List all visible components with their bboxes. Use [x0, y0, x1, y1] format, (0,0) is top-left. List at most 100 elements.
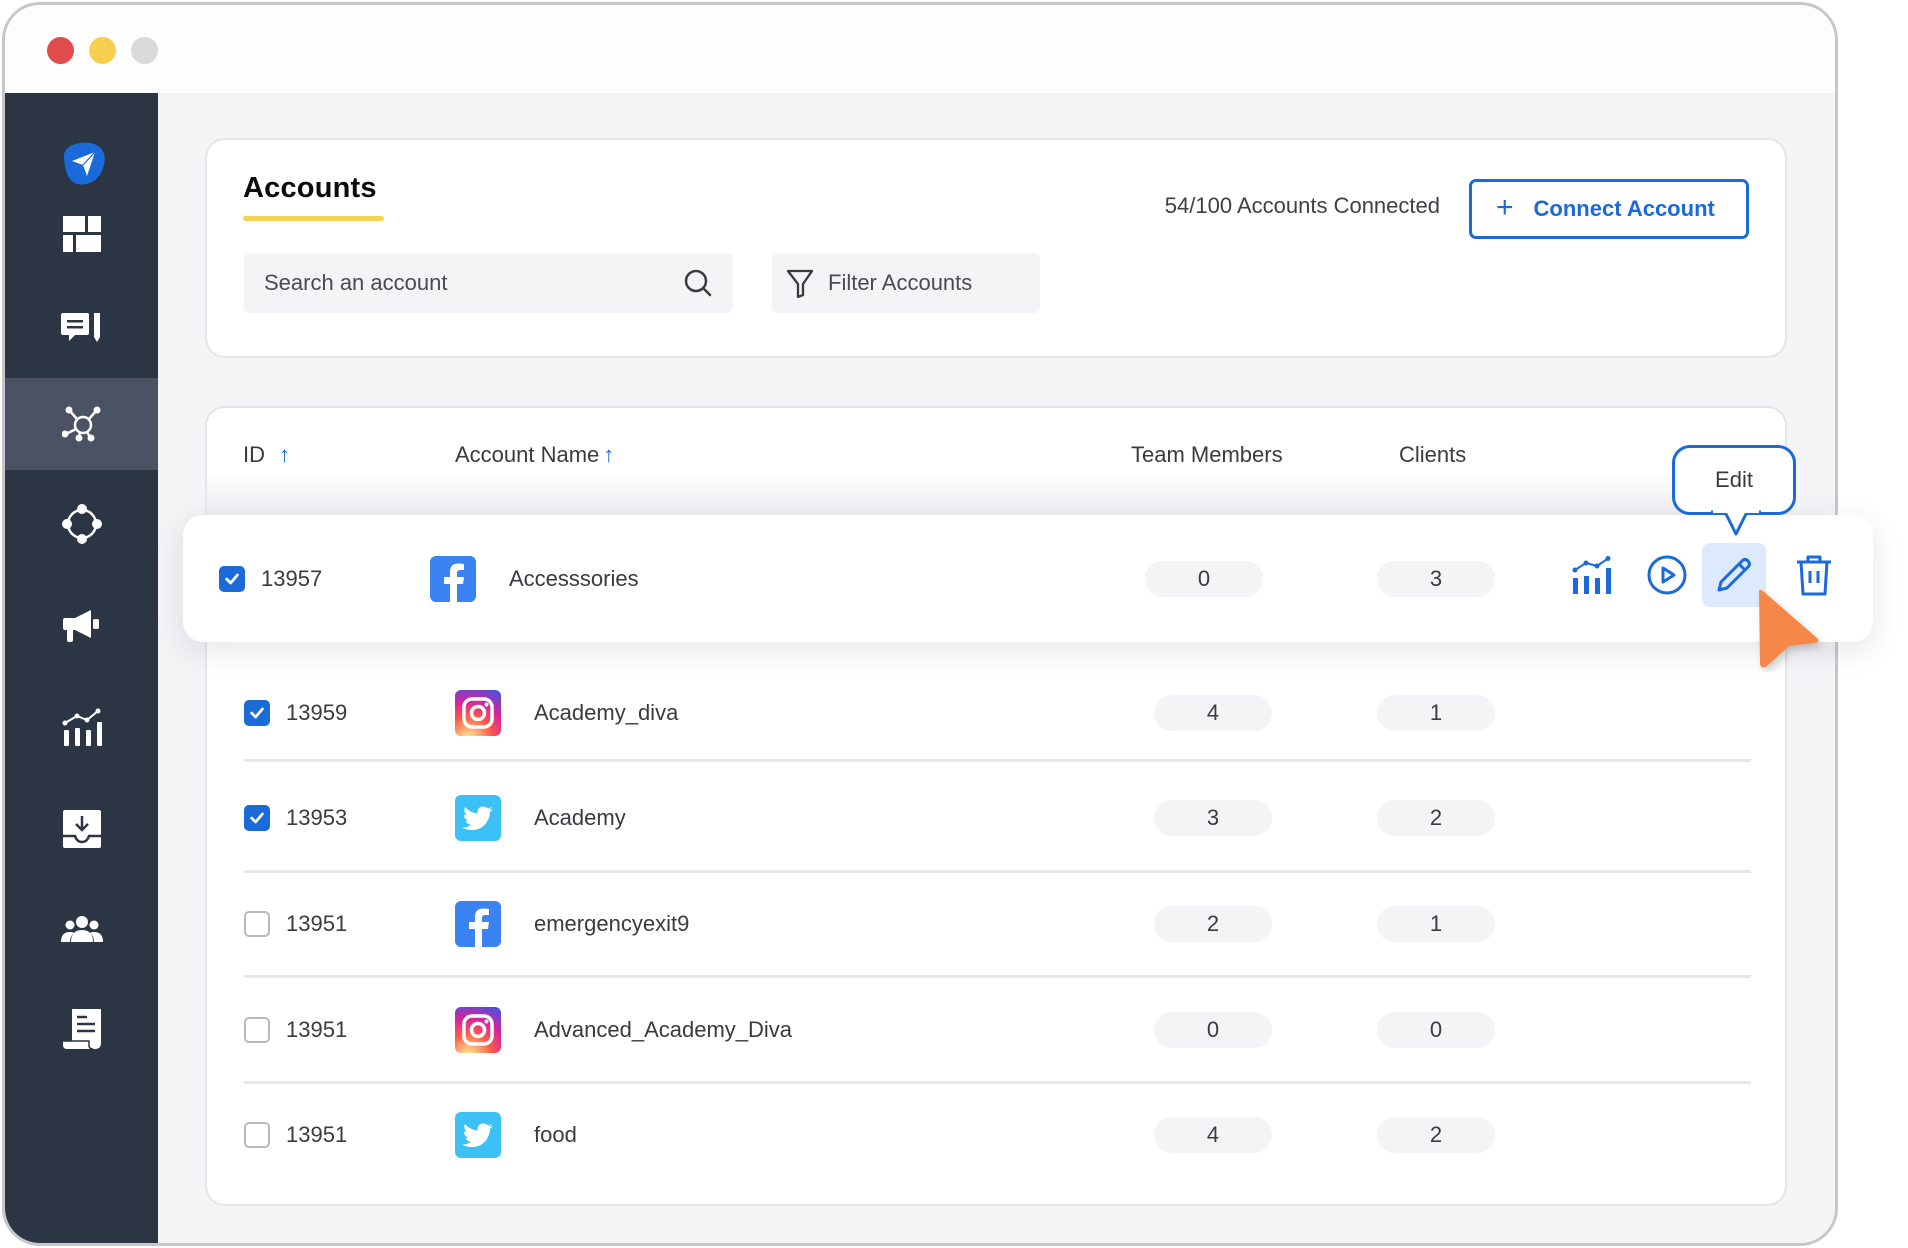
row-checkbox-checked[interactable]	[219, 565, 245, 592]
twitter-logo-glyph	[462, 1123, 493, 1147]
column-header-clients: Clients	[1399, 442, 1466, 468]
filter-accounts-label: Filter Accounts	[828, 270, 973, 295]
row-id: 13957	[261, 565, 323, 591]
sidebar-item-connections[interactable]	[5, 478, 158, 570]
title-underline	[243, 216, 384, 221]
dashboard-grid-icon	[62, 216, 101, 252]
tooltip-arrow-icon	[1711, 510, 1761, 536]
twitter-icon	[455, 1112, 501, 1158]
sidebar-item-compose[interactable]	[5, 283, 158, 375]
row-checkbox[interactable]	[244, 1017, 270, 1043]
instagram-logo-glyph	[462, 697, 494, 729]
row-account-name[interactable]: Academy_diva	[534, 700, 678, 726]
row-divider	[244, 1081, 1751, 1084]
clients-count: 1	[1377, 695, 1495, 731]
header-shadow	[207, 470, 1785, 515]
sidebar-item-campaigns[interactable]	[5, 580, 158, 672]
clients-count: 3	[1377, 560, 1495, 597]
team-members-count: 0	[1154, 1012, 1272, 1048]
circle-nodes-icon	[61, 504, 102, 544]
mouse-cursor-icon	[1759, 589, 1819, 668]
table-row[interactable]: 13959 Academy_diva 4 1	[0, 660, 1908, 766]
network-hub-icon	[61, 406, 100, 442]
row-divider	[244, 870, 1751, 873]
instagram-logo-glyph	[462, 1014, 494, 1046]
checkmark-icon	[225, 573, 239, 584]
column-header-team-members-label: Team Members	[1131, 442, 1283, 467]
twitter-icon	[455, 795, 501, 841]
row-id: 13951	[286, 911, 348, 936]
row-account-name[interactable]: Accesssories	[509, 566, 639, 592]
row-checkbox[interactable]	[244, 1122, 270, 1148]
row-divider	[244, 975, 1751, 978]
team-members-count: 4	[1154, 1117, 1272, 1153]
row-account-name[interactable]: emergencyexit9	[534, 911, 689, 937]
facebook-icon	[430, 555, 476, 602]
instagram-icon	[455, 690, 501, 736]
connect-account-label: Connect Account	[1533, 196, 1715, 221]
column-header-team-members: Team Members	[1131, 442, 1283, 468]
clients-count: 2	[1377, 1117, 1495, 1153]
analytics-icon	[1572, 556, 1611, 594]
instagram-icon	[455, 1007, 501, 1053]
edit-tooltip-label: Edit	[1715, 467, 1753, 492]
checkmark-icon	[250, 812, 264, 824]
filter-funnel-icon	[786, 269, 814, 298]
row-id: 13959	[286, 700, 348, 725]
table-row[interactable]: 13953 Academy 3 2	[0, 765, 1908, 871]
column-header-clients-label: Clients	[1399, 442, 1467, 467]
row-id: 13951	[286, 1122, 348, 1147]
row-id: 13953	[286, 805, 348, 830]
page-title: Accounts	[243, 172, 377, 204]
zoom-window-button[interactable]	[131, 37, 158, 64]
accounts-connected-count: 54/100 Accounts Connected	[1164, 193, 1440, 218]
sidebar-item-dashboard[interactable]	[5, 188, 158, 280]
checkmark-icon	[250, 707, 264, 719]
clients-count: 1	[1377, 906, 1495, 942]
facebook-logo-glyph	[469, 908, 489, 947]
megaphone-icon	[62, 610, 99, 642]
table-row[interactable]: 13951 emergencyexit9 2 1	[0, 871, 1908, 977]
column-header-id-label: ID	[243, 442, 265, 467]
clients-count: 2	[1377, 800, 1495, 836]
team-members-count: 4	[1154, 695, 1272, 731]
plus-icon: +	[1496, 190, 1514, 224]
row-checkbox[interactable]	[244, 911, 270, 937]
sort-ascending-icon[interactable]: ↑	[279, 442, 290, 468]
table-row[interactable]: 13951 Advanced_Academy_Diva 0 0	[0, 977, 1908, 1083]
title-bar	[5, 5, 1835, 93]
search-input[interactable]	[264, 270, 683, 296]
play-action-button[interactable]	[1635, 543, 1699, 607]
close-window-button[interactable]	[47, 37, 74, 64]
column-header-account-name[interactable]: Account Name ↑	[455, 442, 614, 468]
sidebar-item-accounts[interactable]	[5, 378, 158, 470]
facebook-logo-glyph	[444, 563, 464, 602]
row-checkbox-checked[interactable]	[244, 700, 270, 726]
connect-account-button[interactable]: + Connect Account	[1469, 179, 1749, 239]
row-id: 13951	[286, 1017, 348, 1042]
analytics-action-button[interactable]	[1560, 543, 1624, 607]
paper-plane-icon	[63, 142, 105, 185]
play-circle-icon	[1647, 555, 1687, 595]
team-members-count: 3	[1154, 800, 1272, 836]
facebook-icon	[455, 901, 501, 947]
column-header-account-name-label: Account Name	[455, 442, 600, 467]
row-account-name[interactable]: Academy	[534, 805, 626, 831]
filter-accounts-button[interactable]: Filter Accounts	[772, 253, 1040, 313]
clients-count: 0	[1377, 1012, 1495, 1048]
column-header-id[interactable]: ID ↑	[243, 442, 290, 468]
row-account-name[interactable]: Advanced_Academy_Diva	[534, 1017, 792, 1043]
search-icon[interactable]	[683, 268, 713, 298]
sort-ascending-icon[interactable]: ↑	[603, 442, 614, 468]
accounts-header-card	[205, 138, 1787, 358]
row-divider	[244, 759, 1751, 762]
twitter-logo-glyph	[462, 806, 493, 830]
table-row[interactable]: 13951 food 4 2	[0, 1082, 1908, 1188]
comment-pencil-icon	[60, 313, 100, 342]
row-checkbox-checked[interactable]	[244, 805, 270, 831]
minimize-window-button[interactable]	[89, 37, 116, 64]
team-members-count: 2	[1154, 906, 1272, 942]
search-field[interactable]	[244, 253, 733, 313]
team-members-count: 0	[1145, 560, 1263, 597]
row-account-name[interactable]: food	[534, 1122, 577, 1148]
